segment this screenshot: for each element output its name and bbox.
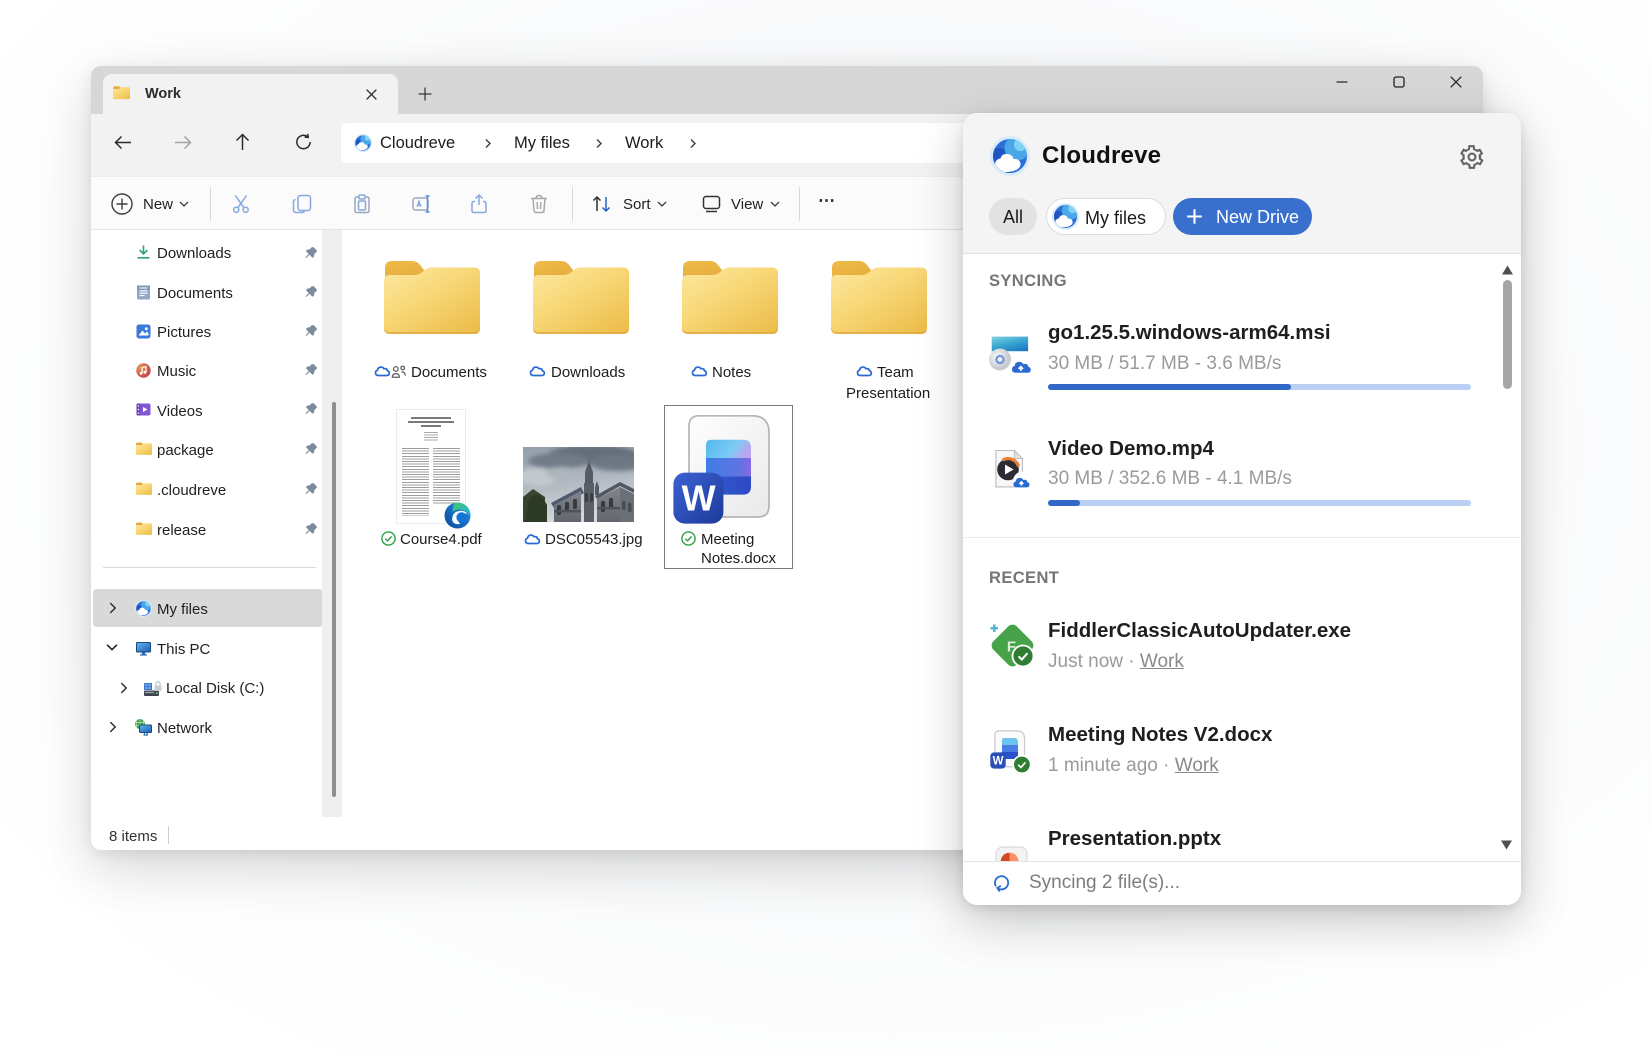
svg-text:W: W xyxy=(993,756,1004,768)
svg-text:W: W xyxy=(682,478,716,519)
